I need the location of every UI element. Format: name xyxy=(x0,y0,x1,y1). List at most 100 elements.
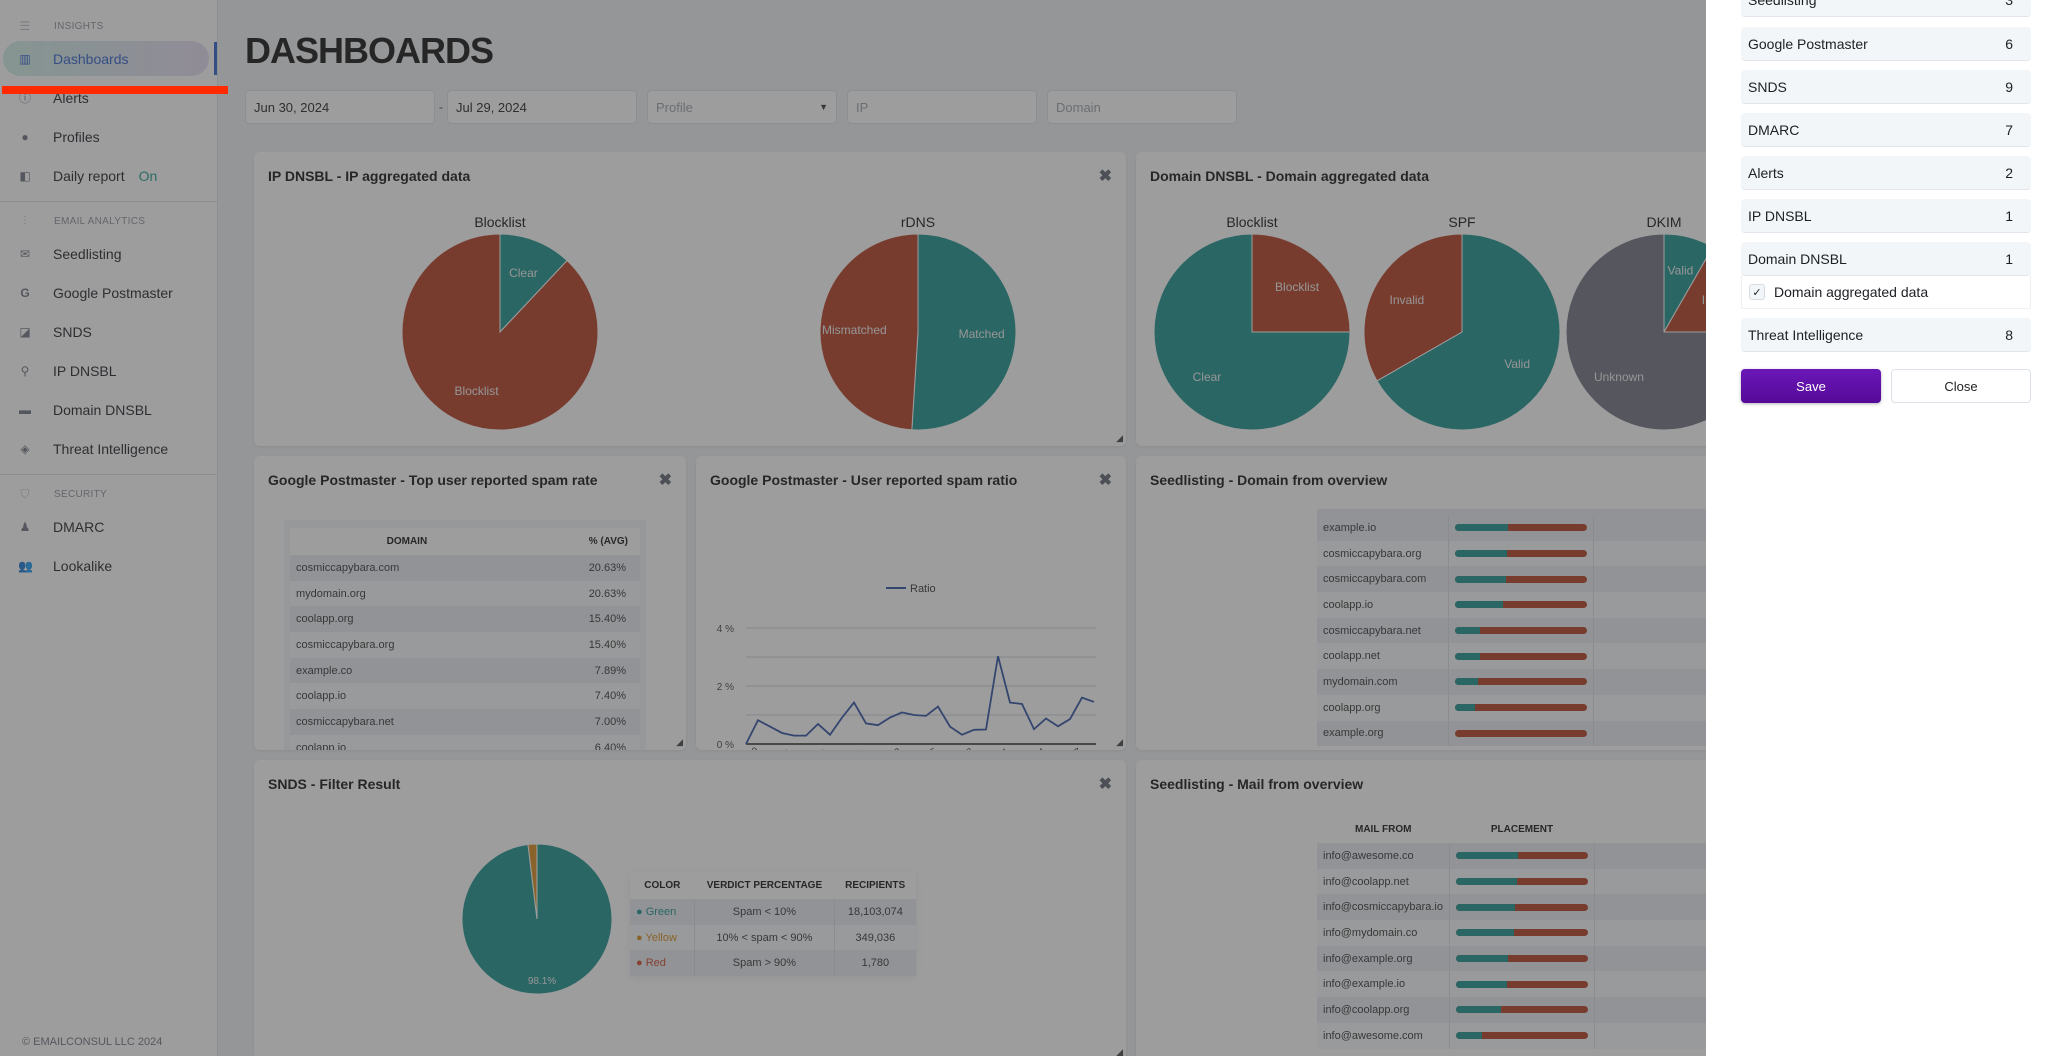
data-point[interactable] xyxy=(1056,724,1060,728)
data-point[interactable] xyxy=(840,716,844,720)
column-header-avg[interactable]: % (AVG) xyxy=(523,528,640,555)
sidebar-item-dmarc[interactable]: ♟ DMARC xyxy=(0,507,217,546)
drawer-row-google-postmaster[interactable]: Google Postmaster 6 xyxy=(1741,27,2031,61)
sidebar-item-lookalike[interactable]: 👥 Lookalike xyxy=(0,546,217,585)
data-point[interactable] xyxy=(1068,717,1072,721)
name-cell: coolapp.io xyxy=(1317,592,1449,618)
sidebar-item-daily-report[interactable]: ◧ Daily report On xyxy=(0,156,217,195)
close-icon[interactable]: ✖ xyxy=(1099,470,1112,490)
domain-cell: coolapp.io xyxy=(290,683,524,710)
close-icon[interactable]: ✖ xyxy=(659,470,672,490)
data-point[interactable] xyxy=(780,731,784,735)
sidebar-item-threat-intelligence[interactable]: ◈ Threat Intelligence xyxy=(0,429,217,468)
data-point[interactable] xyxy=(948,725,952,729)
data-point[interactable] xyxy=(756,718,760,722)
pie-chart-domain-blocklist: Blocklist Clear xyxy=(1153,233,1351,431)
name-cell: cosmiccapybara.com xyxy=(1317,566,1449,593)
sidebar-item-profiles[interactable]: ● Profiles xyxy=(0,117,217,156)
data-point[interactable] xyxy=(1008,701,1012,705)
sidebar-divider xyxy=(0,474,217,475)
date-to-input[interactable]: Jul 29, 2024 xyxy=(447,90,637,124)
column-header-mail-from[interactable]: MAIL FROM xyxy=(1317,816,1450,843)
column-header-recipients[interactable]: RECIPIENTS xyxy=(834,872,916,899)
domain-aggregated-option[interactable]: ✓ Domain aggregated data xyxy=(1741,276,2031,309)
drawer-row-alerts[interactable]: Alerts 2 xyxy=(1741,156,2031,190)
column-header-domain[interactable]: DOMAIN xyxy=(290,528,524,555)
sidebar-item-snds[interactable]: ◪ SNDS xyxy=(0,312,217,351)
data-point[interactable] xyxy=(900,710,904,714)
resize-handle[interactable]: ◢ xyxy=(1116,737,1123,748)
data-point[interactable] xyxy=(1032,727,1036,731)
data-point[interactable] xyxy=(864,721,868,725)
inbox-fill xyxy=(1456,878,1517,886)
color-dot-icon: ● xyxy=(636,957,646,970)
drawer-row-dmarc[interactable]: DMARC 7 xyxy=(1741,113,2031,147)
sidebar-item-dashboards[interactable]: ▥ Dashboards xyxy=(0,39,217,78)
data-point[interactable] xyxy=(804,734,808,738)
table-row[interactable]: cosmiccapybara.com 20.63% xyxy=(290,555,640,581)
close-icon[interactable]: ✖ xyxy=(1099,166,1112,186)
table-row[interactable]: ● Red Spam > 90% 1,780 xyxy=(630,950,916,977)
close-icon[interactable]: ✖ xyxy=(1099,774,1112,794)
drawer-row-domain-dnsbl[interactable]: Domain DNSBL 1 xyxy=(1741,242,2031,276)
resize-handle[interactable]: ◢ xyxy=(1116,1047,1123,1056)
data-point[interactable] xyxy=(924,714,928,718)
data-point[interactable] xyxy=(936,705,940,709)
sidebar-item-seedlisting[interactable]: ✉ Seedlisting xyxy=(0,234,217,273)
data-point[interactable] xyxy=(744,742,748,746)
close-button[interactable]: Close xyxy=(1891,369,2031,403)
data-point[interactable] xyxy=(912,713,916,717)
data-point[interactable] xyxy=(888,716,892,720)
drawer-row-seedlisting[interactable]: Seedlisting 3 xyxy=(1741,0,2031,17)
table-row[interactable]: mydomain.org 20.63% xyxy=(290,580,640,607)
data-point[interactable] xyxy=(828,733,832,737)
data-point[interactable] xyxy=(984,728,988,732)
data-point[interactable] xyxy=(1092,700,1096,704)
legend-label[interactable]: Ratio xyxy=(910,583,936,595)
data-point[interactable] xyxy=(972,728,976,732)
checkbox[interactable]: ✓ xyxy=(1749,284,1765,300)
date-from-input[interactable]: Jun 30, 2024 xyxy=(245,90,435,124)
placement-bar xyxy=(1456,929,1588,937)
series-line-ratio[interactable] xyxy=(745,655,1095,745)
table-row[interactable]: cosmiccapybara.org 15.40% xyxy=(290,632,640,658)
save-button[interactable]: Save xyxy=(1741,369,1881,403)
table-row[interactable]: coolapp.io 6.40% xyxy=(290,734,640,750)
table-row[interactable]: coolapp.org 15.40% xyxy=(290,606,640,633)
data-point[interactable] xyxy=(816,722,820,726)
table-row[interactable]: cosmiccapybara.net 7.00% xyxy=(290,709,640,735)
ip-input[interactable]: IP xyxy=(847,90,1037,124)
sidebar-item-ip-dnsbl[interactable]: ⚲ IP DNSBL xyxy=(0,351,217,390)
resize-handle[interactable]: ◢ xyxy=(676,737,683,748)
placement-cell xyxy=(1449,894,1595,921)
sidebar-item-domain-dnsbl[interactable]: ▬ Domain DNSBL xyxy=(0,390,217,429)
sidebar-item-google-postmaster[interactable]: G Google Postmaster xyxy=(0,273,217,312)
column-header-color[interactable]: COLOR xyxy=(630,872,695,899)
table-row[interactable]: example.co 7.89% xyxy=(290,657,640,684)
placement-cell xyxy=(1449,971,1595,998)
drawer-row-snds[interactable]: SNDS 9 xyxy=(1741,70,2031,104)
column-header-verdict[interactable]: VERDICT PERCENTAGE xyxy=(694,872,835,899)
drawer-row-ip-dnsbl[interactable]: IP DNSBL 1 xyxy=(1741,199,2031,233)
profile-select[interactable]: Profile ▼ xyxy=(647,90,837,124)
table-row[interactable]: coolapp.io 7.40% xyxy=(290,683,640,710)
sidebar-item-alerts[interactable]: ⓘ Alerts xyxy=(0,78,217,117)
data-point[interactable] xyxy=(852,701,856,705)
drawer-row-threat-intelligence[interactable]: Threat Intelligence 8 xyxy=(1741,318,2031,352)
data-point[interactable] xyxy=(876,723,880,727)
data-point[interactable] xyxy=(996,654,1000,658)
domain-input[interactable]: Domain xyxy=(1047,90,1237,124)
domain-cell: coolapp.io xyxy=(290,734,524,750)
data-point[interactable] xyxy=(1020,702,1024,706)
avg-cell: 7.00% xyxy=(523,709,640,735)
data-point[interactable] xyxy=(960,733,964,737)
pie-slice-blocklist[interactable] xyxy=(401,233,599,431)
data-point[interactable] xyxy=(1044,716,1048,720)
resize-handle[interactable]: ◢ xyxy=(1116,433,1123,444)
data-point[interactable] xyxy=(792,734,796,738)
table-row[interactable]: ● Green Spam < 10% 18,103,074 xyxy=(630,899,916,925)
table-row[interactable]: ● Yellow 10% < spam < 90% 349,036 xyxy=(630,924,916,951)
data-point[interactable] xyxy=(768,725,772,729)
column-header-placement[interactable]: PLACEMENT xyxy=(1449,816,1595,843)
data-point[interactable] xyxy=(1080,696,1084,700)
